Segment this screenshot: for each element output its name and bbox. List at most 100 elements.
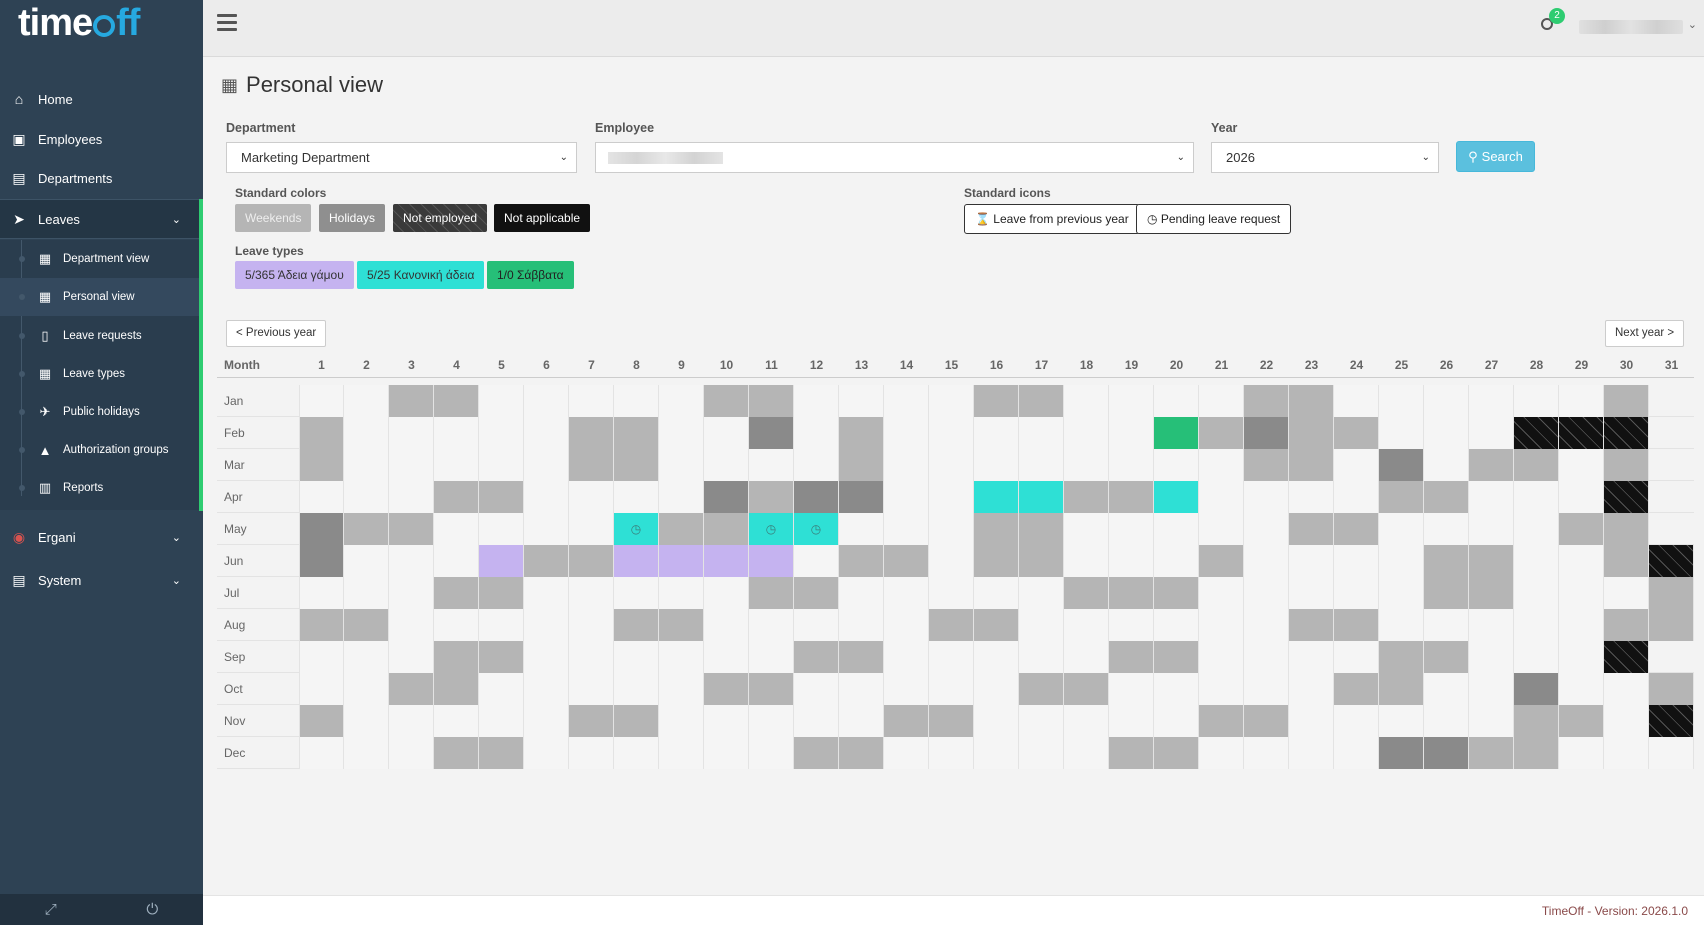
calendar-day-cell[interactable]: [614, 449, 659, 481]
calendar-day-cell[interactable]: [1064, 545, 1109, 577]
calendar-day-cell[interactable]: [299, 545, 344, 577]
calendar-day-cell[interactable]: [1019, 385, 1064, 417]
calendar-day-cell[interactable]: [884, 449, 929, 481]
calendar-day-cell[interactable]: [614, 385, 659, 417]
search-button[interactable]: ⚲ Search: [1456, 141, 1535, 172]
calendar-day-cell[interactable]: [1604, 737, 1649, 769]
calendar-day-cell[interactable]: [929, 641, 974, 673]
calendar-day-cell[interactable]: [1559, 577, 1604, 609]
calendar-day-cell[interactable]: [1559, 673, 1604, 705]
calendar-day-cell[interactable]: [1154, 385, 1199, 417]
calendar-day-cell[interactable]: [839, 513, 884, 545]
calendar-day-cell[interactable]: [749, 417, 794, 449]
calendar-day-cell[interactable]: [1559, 481, 1604, 513]
calendar-day-cell[interactable]: [569, 609, 614, 641]
calendar-day-cell[interactable]: [1334, 577, 1379, 609]
calendar-day-cell[interactable]: [1379, 609, 1424, 641]
calendar-day-cell[interactable]: [389, 513, 434, 545]
calendar-day-cell[interactable]: [1604, 705, 1649, 737]
calendar-day-cell[interactable]: [974, 673, 1019, 705]
calendar-day-cell[interactable]: [659, 737, 704, 769]
calendar-day-cell[interactable]: [1649, 545, 1694, 577]
calendar-day-cell[interactable]: [569, 513, 614, 545]
calendar-day-cell[interactable]: [929, 545, 974, 577]
calendar-day-cell[interactable]: [614, 737, 659, 769]
calendar-day-cell[interactable]: [1199, 513, 1244, 545]
calendar-day-cell[interactable]: [659, 417, 704, 449]
calendar-day-cell[interactable]: [884, 577, 929, 609]
calendar-day-cell[interactable]: [1109, 673, 1154, 705]
calendar-day-cell[interactable]: [569, 673, 614, 705]
calendar-day-cell[interactable]: [749, 449, 794, 481]
calendar-day-cell[interactable]: [1604, 481, 1649, 513]
calendar-day-cell[interactable]: [1379, 545, 1424, 577]
calendar-day-cell[interactable]: [479, 577, 524, 609]
calendar-day-cell[interactable]: [1334, 481, 1379, 513]
calendar-day-cell[interactable]: [929, 385, 974, 417]
calendar-day-cell[interactable]: [1289, 609, 1334, 641]
calendar-day-cell[interactable]: [479, 481, 524, 513]
calendar-day-cell[interactable]: [614, 705, 659, 737]
calendar-day-cell[interactable]: [1604, 449, 1649, 481]
calendar-day-cell[interactable]: [1289, 449, 1334, 481]
calendar-day-cell[interactable]: [794, 417, 839, 449]
calendar-day-cell[interactable]: [1199, 449, 1244, 481]
calendar-day-cell[interactable]: [1604, 385, 1649, 417]
calendar-day-cell[interactable]: [1424, 705, 1469, 737]
calendar-day-cell[interactable]: [1154, 673, 1199, 705]
calendar-day-cell[interactable]: [1649, 737, 1694, 769]
calendar-day-cell[interactable]: [389, 545, 434, 577]
calendar-day-cell[interactable]: [974, 609, 1019, 641]
calendar-day-cell[interactable]: [1469, 449, 1514, 481]
calendar-day-cell[interactable]: [659, 385, 704, 417]
calendar-day-cell[interactable]: [1154, 417, 1199, 449]
calendar-day-cell[interactable]: ◷: [749, 513, 794, 545]
calendar-day-cell[interactable]: [1019, 577, 1064, 609]
calendar-day-cell[interactable]: [704, 577, 749, 609]
calendar-day-cell[interactable]: [749, 577, 794, 609]
calendar-day-cell[interactable]: [1109, 577, 1154, 609]
calendar-day-cell[interactable]: [1559, 449, 1604, 481]
calendar-day-cell[interactable]: [704, 417, 749, 449]
calendar-day-cell[interactable]: [1469, 705, 1514, 737]
calendar-day-cell[interactable]: [479, 609, 524, 641]
calendar-day-cell[interactable]: [299, 609, 344, 641]
calendar-day-cell[interactable]: [794, 577, 839, 609]
calendar-day-cell[interactable]: [1334, 673, 1379, 705]
calendar-day-cell[interactable]: [659, 577, 704, 609]
calendar-day-cell[interactable]: [434, 545, 479, 577]
calendar-day-cell[interactable]: [389, 609, 434, 641]
calendar-day-cell[interactable]: [1514, 513, 1559, 545]
calendar-day-cell[interactable]: [1469, 513, 1514, 545]
calendar-day-cell[interactable]: [704, 673, 749, 705]
calendar-day-cell[interactable]: [974, 513, 1019, 545]
calendar-day-cell[interactable]: [1109, 417, 1154, 449]
calendar-day-cell[interactable]: [1379, 577, 1424, 609]
calendar-day-cell[interactable]: [524, 545, 569, 577]
calendar-day-cell[interactable]: [1424, 481, 1469, 513]
calendar-day-cell[interactable]: [524, 481, 569, 513]
calendar-day-cell[interactable]: [524, 609, 569, 641]
calendar-day-cell[interactable]: [1379, 481, 1424, 513]
sidebar-item-leaves[interactable]: ➤ Leaves ⌄: [0, 199, 203, 239]
next-year-button[interactable]: Next year >: [1605, 320, 1685, 347]
calendar-day-cell[interactable]: [1514, 673, 1559, 705]
calendar-day-cell[interactable]: [1019, 641, 1064, 673]
calendar-day-cell[interactable]: [1199, 417, 1244, 449]
calendar-day-cell[interactable]: [929, 481, 974, 513]
calendar-day-cell[interactable]: [794, 705, 839, 737]
calendar-day-cell[interactable]: [434, 385, 479, 417]
calendar-day-cell[interactable]: [839, 417, 884, 449]
calendar-day-cell[interactable]: [1514, 641, 1559, 673]
sidebar-item-departments[interactable]: ▤ Departments: [0, 158, 203, 198]
calendar-day-cell[interactable]: [704, 385, 749, 417]
calendar-day-cell[interactable]: [1289, 641, 1334, 673]
calendar-day-cell[interactable]: [344, 545, 389, 577]
calendar-day-cell[interactable]: [1019, 705, 1064, 737]
calendar-day-cell[interactable]: [1379, 449, 1424, 481]
calendar-day-cell[interactable]: [704, 641, 749, 673]
calendar-day-cell[interactable]: [1064, 449, 1109, 481]
calendar-day-cell[interactable]: [929, 449, 974, 481]
calendar-day-cell[interactable]: [974, 417, 1019, 449]
calendar-day-cell[interactable]: [524, 737, 569, 769]
